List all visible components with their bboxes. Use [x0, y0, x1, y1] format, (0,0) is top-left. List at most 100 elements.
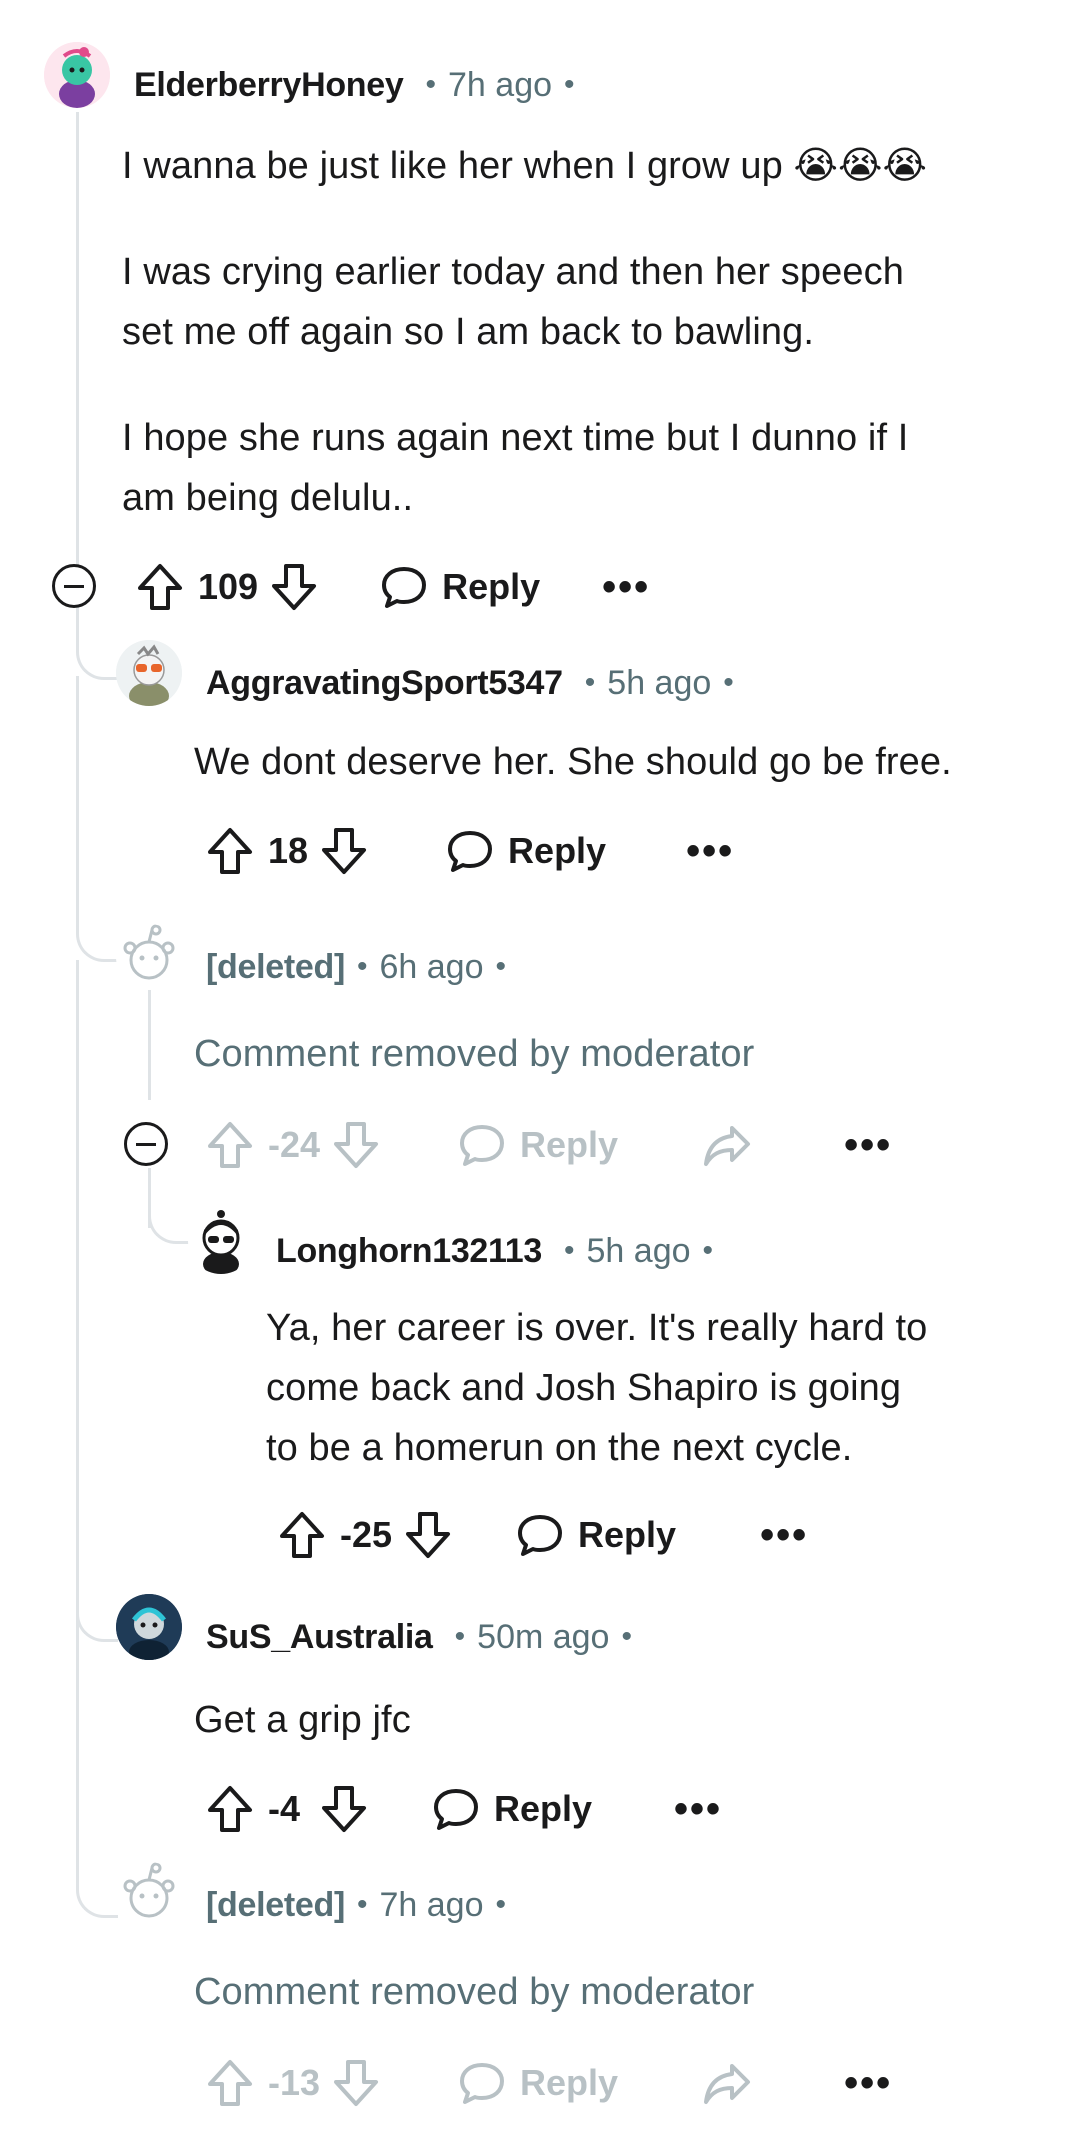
reply-label: Reply [494, 1788, 593, 1829]
snoo-outline-icon [123, 924, 175, 980]
separator: • [495, 1888, 507, 1921]
separator: • [564, 68, 575, 101]
separator: • [723, 666, 734, 699]
upvote-icon[interactable] [136, 562, 184, 612]
thread-line-root [76, 960, 79, 1640]
comment-actions: 109 Reply ••• [136, 552, 650, 622]
comment-body: I was crying earlier today and then her … [122, 251, 904, 353]
collapse-thread-button[interactable] [52, 564, 96, 608]
downvote-icon[interactable] [404, 1510, 452, 1560]
avatar[interactable] [116, 640, 182, 706]
comment-meta: SuS_Australia • 50m ago • [206, 1612, 644, 1662]
reply-icon [460, 1125, 505, 1166]
username[interactable]: ElderberryHoney [134, 66, 404, 105]
thread-elbow [148, 1200, 190, 1244]
deleted-avatar [116, 924, 182, 990]
username: [deleted] [206, 947, 345, 986]
comment-meta: [deleted] • 7h ago • [206, 1880, 518, 1930]
comment-text: I wanna be just like her when I grow up [122, 145, 783, 187]
reply-label: Reply [520, 1124, 619, 1165]
upvote-icon[interactable] [206, 1784, 254, 1834]
reply-label: Reply [520, 2062, 619, 2103]
comment-actions: -13 Reply ••• [206, 2048, 892, 2118]
snoo-avatar-icon [44, 42, 110, 108]
reply-icon [448, 831, 493, 872]
timestamp: 6h ago [379, 947, 484, 986]
reply-icon [382, 567, 427, 608]
upvote-icon [206, 2058, 254, 2108]
timestamp: 7h ago [379, 1885, 484, 1924]
more-options-button[interactable]: ••• [844, 1123, 892, 1168]
reply-button: Reply [458, 1121, 618, 1169]
comment-body: Ya, her career is over. It's really hard… [266, 1307, 928, 1469]
reply-label: Reply [442, 566, 541, 607]
upvote-icon [206, 1120, 254, 1170]
separator: • [702, 1234, 714, 1267]
share-icon [702, 1122, 752, 1168]
comment-actions: -24 Reply ••• [206, 1110, 892, 1180]
separator: • [584, 666, 596, 699]
comment-body: Get a grip jfc [194, 1699, 411, 1741]
separator: • [495, 950, 507, 983]
reply-icon [460, 2063, 505, 2104]
vote-score: -13 [268, 2062, 321, 2103]
username[interactable]: Longhorn132113 [276, 1232, 542, 1271]
more-options-button[interactable]: ••• [686, 829, 734, 874]
reply-button[interactable]: Reply [432, 1785, 592, 1833]
timestamp: 50m ago [477, 1617, 610, 1656]
comment-meta: [deleted] • 6h ago • [206, 942, 518, 992]
reply-icon [518, 1515, 563, 1556]
snoo-avatar-icon [116, 1594, 182, 1660]
crying-emoji: 😭😭😭 [793, 145, 928, 187]
username[interactable]: AggravatingSport5347 [206, 664, 563, 703]
downvote-icon[interactable] [320, 1784, 368, 1834]
comment-meta: Longhorn132113 • 5h ago • [276, 1226, 725, 1276]
comment-body: I wanna be just like her when I grow up … [122, 136, 1022, 196]
comment-body: We dont deserve her. She should go be fr… [194, 741, 952, 783]
more-options-button[interactable]: ••• [674, 1787, 722, 1832]
timestamp: 7h ago [448, 65, 553, 104]
removed-notice: Comment removed by moderator [194, 1971, 755, 2013]
username[interactable]: SuS_Australia [206, 1618, 433, 1657]
vote-score: -24 [268, 1124, 321, 1165]
avatar[interactable] [188, 1208, 254, 1274]
comment-actions: -25 Reply ••• [278, 1500, 808, 1570]
avatar[interactable] [116, 1594, 182, 1660]
comment-actions: -4 Reply ••• [206, 1774, 722, 1844]
snoo-outline-icon [123, 1862, 175, 1918]
reply-label: Reply [578, 1514, 677, 1555]
separator: • [564, 1234, 575, 1267]
downvote-icon [332, 1120, 380, 1170]
timestamp: 5h ago [607, 663, 712, 702]
reply-icon [434, 1789, 478, 1830]
thread-line-root [76, 112, 79, 582]
thread-elbow [76, 1560, 118, 1642]
upvote-icon[interactable] [206, 826, 254, 876]
removed-notice: Comment removed by moderator [194, 1033, 755, 1075]
upvote-icon[interactable] [278, 1510, 326, 1560]
share-icon [702, 2060, 752, 2106]
separator: • [454, 1620, 466, 1653]
thread-elbow [76, 880, 118, 962]
reply-button[interactable]: Reply [380, 563, 540, 611]
comment-meta: AggravatingSport5347 • 5h ago • [206, 658, 746, 708]
reply-button[interactable]: Reply [516, 1511, 676, 1559]
thread-line-deleted [148, 990, 151, 1100]
vote-score: 18 [268, 830, 309, 871]
downvote-icon[interactable] [320, 826, 368, 876]
collapse-thread-button[interactable] [124, 1122, 168, 1166]
snoo-avatar-icon [116, 640, 182, 706]
reply-button[interactable]: Reply [446, 827, 606, 875]
more-options-button[interactable]: ••• [844, 2061, 892, 2106]
separator: • [425, 68, 437, 101]
snoo-avatar-icon [202, 1210, 240, 1274]
deleted-avatar [116, 1862, 182, 1928]
separator: • [356, 950, 368, 983]
downvote-icon[interactable] [270, 562, 318, 612]
separator: • [356, 1888, 368, 1921]
more-options-button[interactable]: ••• [760, 1513, 808, 1558]
avatar[interactable] [44, 42, 110, 108]
more-options-button[interactable]: ••• [602, 565, 650, 610]
vote-score: -4 [268, 1788, 301, 1829]
thread-elbow [76, 1820, 118, 1918]
